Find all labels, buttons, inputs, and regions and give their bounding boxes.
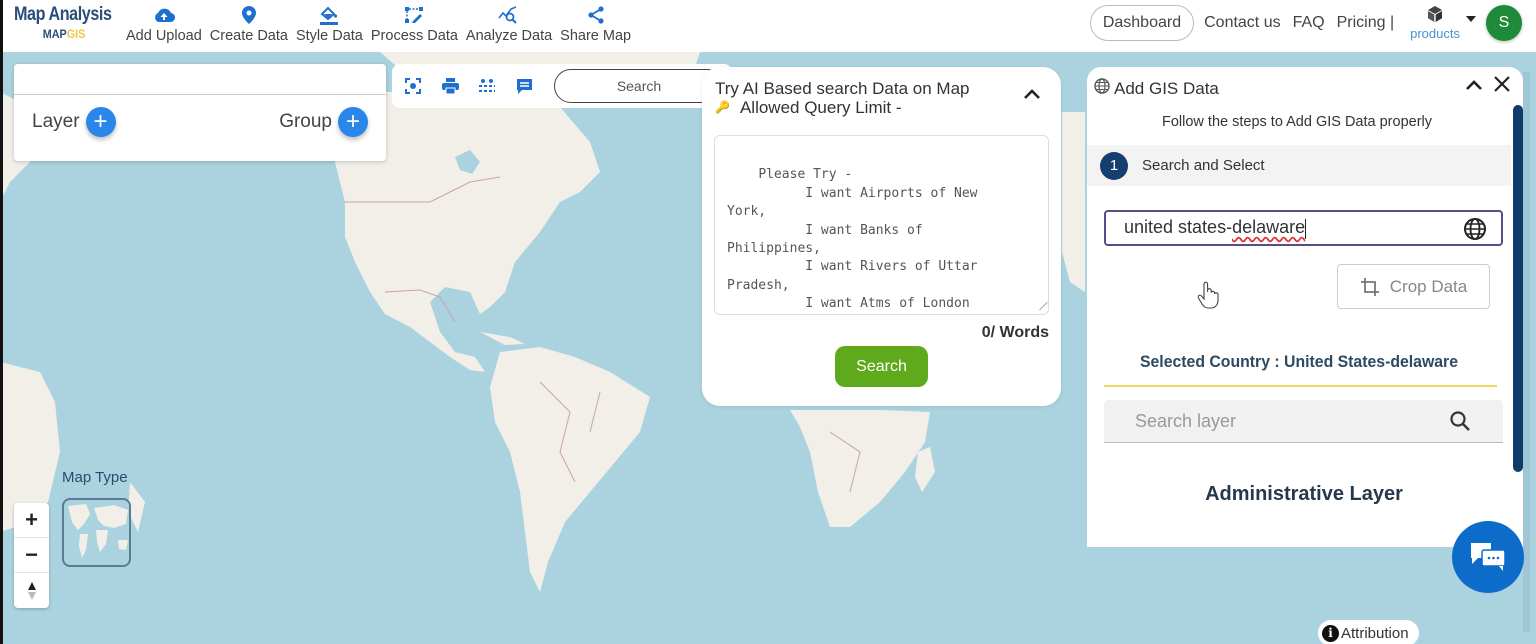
add-layer-button[interactable]: Layer + [32, 107, 116, 137]
key-icon: 🔑 [715, 100, 730, 114]
info-icon: i [1322, 624, 1339, 642]
gis-panel-scrollbar[interactable] [1513, 105, 1523, 472]
chat-support-button[interactable] [1452, 521, 1524, 593]
region-search-input[interactable]: united states-delaware [1104, 210, 1503, 246]
layer-panel: Layer + Group + [14, 64, 386, 161]
land-south-america [490, 347, 650, 592]
map-type-selector[interactable] [62, 498, 131, 567]
attribution-button[interactable]: i Attribution [1318, 620, 1419, 644]
reset-north-button[interactable] [14, 573, 49, 608]
account-navigation: Dashboard Contact us FAQ Pricing | produ… [1089, 5, 1522, 41]
paint-bucket-icon [318, 4, 340, 26]
globe-icon[interactable] [1463, 217, 1487, 246]
mapgis-logo: MAPGIS [42, 27, 86, 41]
app-title: Map Analysis [14, 4, 112, 25]
dashboard-button[interactable]: Dashboard [1089, 5, 1195, 41]
step-search-and-select[interactable]: 1 Search and Select [1087, 145, 1511, 186]
chevron-down-icon[interactable] [1466, 16, 1476, 22]
world-map-thumbnail [68, 504, 128, 558]
map-type-label: Map Type [62, 469, 128, 486]
nav-analyze-data[interactable]: Analyze Data [462, 4, 556, 44]
nav-style-data[interactable]: Style Data [292, 4, 367, 44]
layer-search-input[interactable]: Search layer [1104, 400, 1503, 443]
selected-country-label: Selected Country : United States-delawar… [1139, 352, 1459, 371]
gis-scroll-track [1523, 72, 1530, 632]
main-menu: Add Upload Create Data Style Data Proces… [122, 4, 635, 44]
ai-search-button[interactable]: Search [835, 346, 928, 387]
hand-pointer-icon [1197, 281, 1219, 314]
ai-search-panel: Try AI Based search Data on Map 🔑 Allowed… [702, 67, 1061, 406]
chevron-up-icon[interactable] [1465, 78, 1483, 96]
share-icon [587, 4, 605, 26]
cloud-upload-icon [153, 4, 175, 26]
zoom-control: + − [14, 503, 49, 608]
zoom-out-button[interactable]: − [14, 538, 49, 573]
add-group-button[interactable]: Group + [279, 107, 368, 137]
contact-us-link[interactable]: Contact us [1204, 14, 1280, 32]
nav-share-map[interactable]: Share Map [556, 4, 635, 44]
plus-icon: + [338, 107, 368, 137]
text-cursor [1305, 218, 1307, 239]
nav-add-upload[interactable]: Add Upload [122, 4, 206, 44]
window-edge [0, 0, 3, 644]
gis-panel-header: Add GIS Data [1094, 78, 1219, 99]
nav-create-data[interactable]: Create Data [206, 4, 292, 44]
layer-panel-header [14, 64, 386, 95]
faq-link[interactable]: FAQ [1293, 14, 1325, 32]
gis-instructions: Follow the steps to Add GIS Data properl… [1162, 114, 1432, 130]
brand-logo[interactable]: Map Analysis MAPGIS [14, 4, 114, 41]
comment-icon[interactable] [513, 75, 535, 97]
map-pin-icon [241, 4, 256, 26]
step-number-badge: 1 [1100, 151, 1128, 180]
crop-data-button[interactable]: Crop Data [1337, 264, 1490, 309]
map-toolbar: Search [392, 64, 732, 108]
administrative-layer-heading: Administrative Layer [1205, 483, 1403, 505]
map-search-input[interactable]: Search [554, 69, 724, 103]
products-menu[interactable]: products [1410, 5, 1460, 41]
analyze-chart-icon [498, 4, 520, 26]
add-gis-data-panel: Add GIS Data Follow the steps to Add GIS… [1087, 67, 1523, 547]
zoom-in-button[interactable]: + [14, 503, 49, 538]
compass-icon [27, 581, 36, 600]
ai-panel-title: Try AI Based search Data on Map 🔑 Allowed… [715, 79, 970, 117]
search-icon[interactable] [1449, 410, 1471, 437]
crop-icon [1360, 277, 1379, 296]
ai-query-textarea[interactable]: Please Try - I want Airports of New York… [714, 135, 1049, 315]
chat-bubbles-icon [1471, 543, 1506, 571]
word-count: 0/ Words [981, 324, 1049, 341]
resize-handle-icon[interactable] [1032, 302, 1048, 310]
plus-icon: + [85, 107, 116, 137]
user-avatar[interactable]: S [1486, 5, 1522, 41]
divider [1104, 385, 1497, 387]
print-icon[interactable] [439, 75, 461, 97]
land-caribbean [480, 332, 525, 345]
top-navigation-bar: Map Analysis MAPGIS Add Upload Create Da… [0, 0, 1536, 52]
land-madagascar [915, 447, 935, 492]
pricing-link[interactable]: Pricing | [1337, 14, 1395, 32]
close-icon[interactable] [1493, 75, 1511, 98]
land-africa [790, 410, 930, 527]
nav-process-data[interactable]: Process Data [367, 4, 462, 44]
land-europe [1062, 112, 1085, 292]
cube-icon [1426, 5, 1444, 28]
process-nodes-icon [404, 4, 424, 26]
measure-icon[interactable] [476, 75, 498, 97]
globe-icon [1094, 78, 1110, 99]
focus-target-icon[interactable] [402, 75, 424, 97]
chevron-up-icon[interactable] [1023, 87, 1041, 105]
